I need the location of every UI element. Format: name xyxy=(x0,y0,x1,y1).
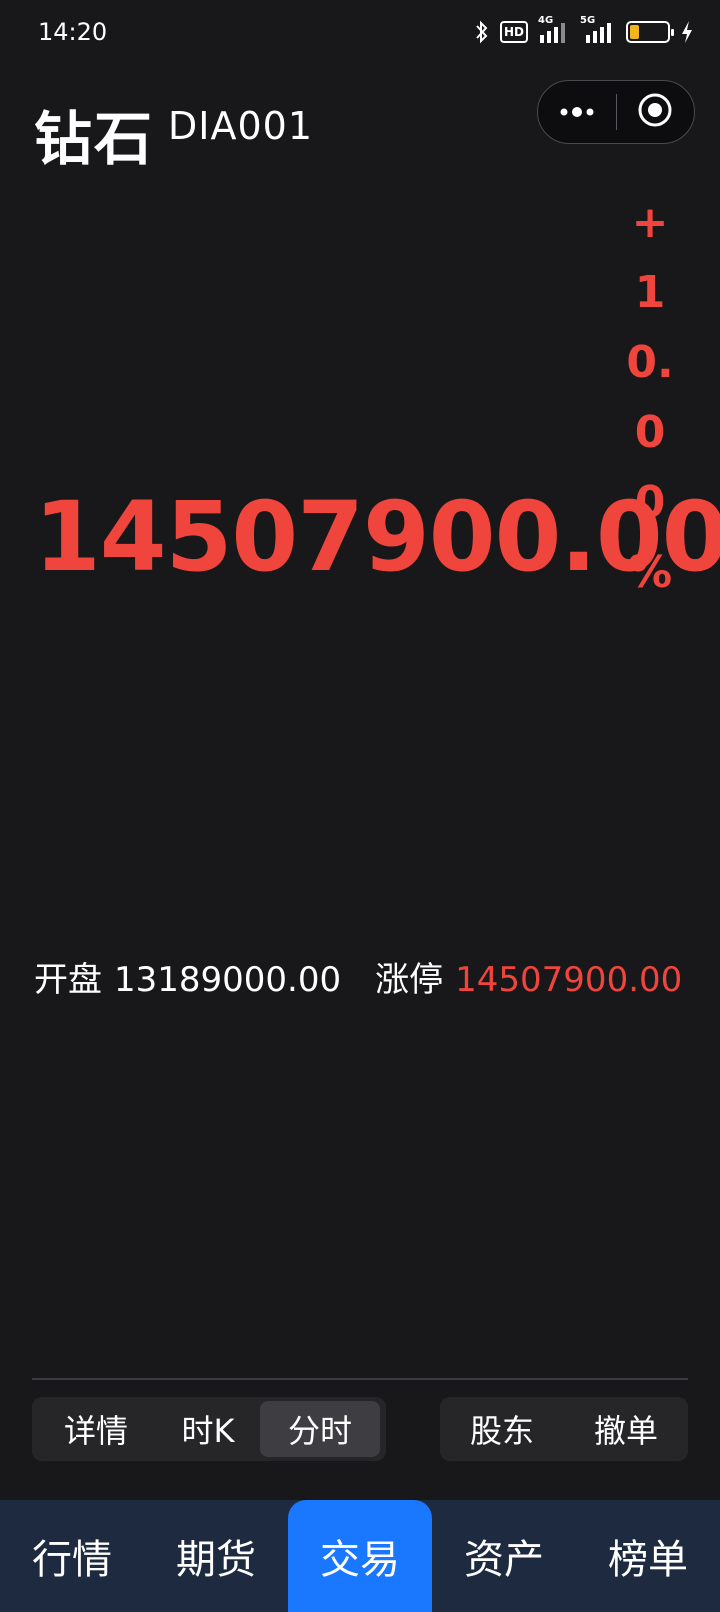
change-char: % xyxy=(627,547,673,598)
product-code: DIA001 xyxy=(168,104,313,148)
limit-up-value: 14507900.00 xyxy=(455,960,683,1000)
open-value: 13189000.00 xyxy=(114,960,342,1000)
trading-screen: 14:20 HD 4G 5G 钻石 DIA001 14507900.00 + 1… xyxy=(0,0,720,1612)
signal-4g-icon: 4G xyxy=(538,15,568,45)
open-label: 开盘 xyxy=(34,960,102,1000)
status-icons: HD 4G 5G xyxy=(474,15,694,46)
battery-level xyxy=(630,25,639,39)
divider xyxy=(32,1378,688,1380)
signal-5g-icon: 5G xyxy=(578,15,616,45)
quote-info-row: 开盘 13189000.00 涨停 14507900.00 xyxy=(34,956,682,1004)
limit-up-label: 涨停 xyxy=(375,960,444,1000)
bluetooth-icon xyxy=(474,19,490,45)
bottom-tab-bar: 行情 期货 交易 资产 榜单 xyxy=(0,1500,720,1612)
change-char: 0 xyxy=(634,477,666,528)
current-price: 14507900.00 xyxy=(34,481,720,593)
status-bar: 14:20 HD 4G 5G xyxy=(0,0,720,64)
status-time: 14:20 xyxy=(38,18,108,46)
cancel-order-button[interactable]: 撤单 xyxy=(564,1401,688,1457)
change-char: 0 xyxy=(634,407,666,458)
signal-5g-label: 5G xyxy=(580,15,596,26)
tab-futures[interactable]: 期货 xyxy=(144,1500,288,1612)
more-dots-icon xyxy=(559,103,595,122)
tab-rankings[interactable]: 榜单 xyxy=(576,1500,720,1612)
mini-program-capsule xyxy=(537,80,695,144)
segment-timeshare[interactable]: 分时 xyxy=(260,1401,380,1457)
segment-details[interactable]: 详情 xyxy=(36,1401,156,1457)
target-circle-icon xyxy=(637,92,673,132)
bolt-icon xyxy=(680,19,694,45)
chart-mode-segment: 详情 时K 分时 xyxy=(32,1397,386,1461)
action-segment: 股东 撤单 xyxy=(440,1397,688,1461)
close-button[interactable] xyxy=(617,81,695,143)
change-percent: + 1 0. 0 0 % xyxy=(626,188,674,608)
signal-4g-label: 4G xyxy=(538,15,554,26)
change-char: 0. xyxy=(626,337,674,388)
hd-badge: HD xyxy=(499,21,528,43)
shareholders-button[interactable]: 股东 xyxy=(440,1401,564,1457)
page-title: 钻石 xyxy=(34,105,155,173)
tab-market[interactable]: 行情 xyxy=(0,1500,144,1612)
battery-icon xyxy=(626,21,674,43)
segment-kline[interactable]: 时K xyxy=(156,1401,260,1457)
more-button[interactable] xyxy=(538,81,616,143)
tab-trade[interactable]: 交易 xyxy=(288,1500,432,1612)
tab-assets[interactable]: 资产 xyxy=(432,1500,576,1612)
change-char: 1 xyxy=(634,267,666,318)
change-char: + xyxy=(631,197,669,248)
